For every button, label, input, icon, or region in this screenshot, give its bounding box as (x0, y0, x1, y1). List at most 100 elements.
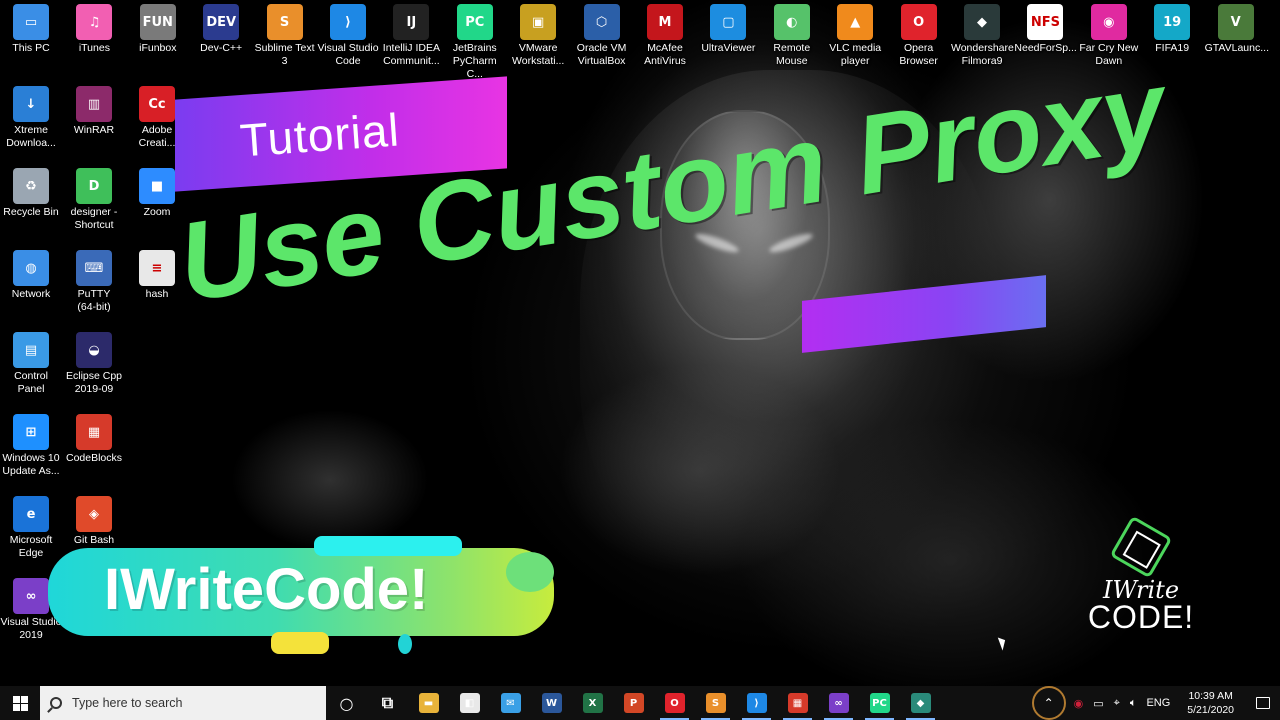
desktop-icon-label: Recycle Bin (3, 206, 59, 218)
system-tray: ⌃ ◉ ▭ ⌖ 🔈︎ ENG 10:39 AM 5/21/2020 (1029, 686, 1280, 720)
desktop-icon-pycharm[interactable]: PC JetBrains PyCharm C... (444, 0, 506, 81)
desktop-icon-ultraviewer[interactable]: ▢ UltraViewer (697, 0, 759, 55)
taskbar-app-sublime[interactable]: S (695, 686, 736, 720)
zoom-icon: ■ (139, 168, 175, 204)
taskbar-app-file-explorer[interactable]: ▬ (408, 686, 449, 720)
desktop-icon-computer[interactable]: ▭ This PC (0, 0, 62, 55)
desktop-icon-eclipse[interactable]: ◒ Eclipse Cpp 2019-09 (63, 328, 125, 396)
desktop-icon-intellij[interactable]: IJ IntelliJ IDEA Communit... (380, 0, 442, 68)
git-bash-icon: ◈ (76, 496, 112, 532)
music-note-icon: ♫ (76, 4, 113, 40)
volume-icon[interactable]: 🔈︎ (1125, 697, 1142, 710)
recycle-bin-icon: ♻ (13, 168, 49, 204)
desktop-icon-download-manager[interactable]: ↓ Xtreme Downloa... (0, 82, 62, 150)
desktop-icon-network[interactable]: ◍ Network (0, 246, 62, 301)
taskbar-app-cortana[interactable]: ○ (326, 686, 367, 720)
show-hidden-icons-button[interactable]: ⌃ (1029, 686, 1069, 720)
desktop-icon-label: WinRAR (73, 124, 115, 136)
language-indicator[interactable]: ENG (1141, 697, 1175, 709)
winrar-icon: ▥ (76, 86, 112, 122)
visual-studio-icon: ∞ (13, 578, 49, 614)
iwritecode-logo: IWrite CODE! (1085, 515, 1197, 633)
desktop-icon-sublime[interactable]: S Sublime Text 3 (254, 0, 316, 68)
taskbar-clock[interactable]: 10:39 AM 5/21/2020 (1175, 689, 1246, 717)
desktop-icon-git-bash[interactable]: ◈ Git Bash (63, 492, 125, 547)
start-button[interactable] (0, 686, 40, 720)
taskbar-app-task-view[interactable]: ⧉ (367, 686, 408, 720)
desktop-icon-edge[interactable]: e Microsoft Edge (0, 492, 62, 560)
gta-icon: V (1217, 4, 1254, 40)
desktop-icon-windows-update[interactable]: ⊞ Windows 10 Update As... (0, 410, 62, 478)
desktop-icon-label: Windows 10 Update As... (2, 452, 60, 477)
desktop-icon-putty[interactable]: ⌨ PuTTY (64-bit) (63, 246, 125, 314)
designer-icon: D (76, 168, 112, 204)
filmora-icon: ◆ (910, 693, 931, 713)
taskbar-app-mail[interactable]: ✉ (490, 686, 531, 720)
taskbar-apps: ○ ⧉ ▬ ◧ ✉ W X P O S ⟩ ▦ ∞ PC ◆ (326, 686, 941, 720)
store-icon: ◧ (459, 693, 480, 713)
desktop-icon-vmware[interactable]: ▣ VMware Workstati... (507, 0, 569, 68)
windows-logo-icon (12, 695, 28, 711)
tutorial-label: Tutorial (238, 103, 402, 167)
visual-studio-icon: ∞ (828, 693, 849, 713)
desktop-icon-label: Oracle VM VirtualBox (576, 42, 627, 67)
search-placeholder: Type here to search (72, 696, 183, 710)
chevron-up-icon: ⌃ (1043, 696, 1054, 710)
desktop-icon-remote-mouse[interactable]: ◐ Remote Mouse (761, 0, 823, 68)
logo-cube-icon (1109, 515, 1173, 579)
taskbar-app-vscode[interactable]: ⟩ (736, 686, 777, 720)
desktop-icon-label: Opera Browser (899, 42, 938, 67)
virtualbox-icon: ⬡ (583, 4, 620, 40)
sublime-icon: S (705, 693, 726, 713)
desktop-icon-recycle-bin[interactable]: ♻ Recycle Bin (0, 164, 62, 219)
record-icon[interactable]: ◉ (1069, 697, 1089, 710)
desktop-icon-designer[interactable]: Ddesigner - Shortcut (63, 164, 125, 232)
desktop-icon-music-note[interactable]: ♫ iTunes (63, 0, 125, 55)
taskbar-app-word[interactable]: W (531, 686, 572, 720)
desktop-icon-winrar[interactable]: ▥ WinRAR (63, 82, 125, 137)
desktop-icon-label: This PC (12, 42, 50, 54)
excel-icon: X (582, 693, 603, 713)
desktop-icon-codeblocks[interactable]: ▦ CodeBlocks (63, 410, 125, 465)
notification-icon (1256, 697, 1270, 709)
desktop-icon-vscode[interactable]: ⟩ Visual Studio Code (317, 0, 379, 68)
mail-icon: ✉ (500, 693, 521, 713)
action-center-button[interactable] (1246, 686, 1280, 720)
desktop-icon-mcafee[interactable]: M McAfee AntiVirus (634, 0, 696, 68)
desktop-icon-vlc[interactable]: ▲ VLC media player (824, 0, 886, 68)
desktop-icon-nfs[interactable]: NFS NeedForSp... (1014, 0, 1077, 55)
taskbar-app-store[interactable]: ◧ (449, 686, 490, 720)
desktop-icon-label: Sublime Text 3 (254, 42, 315, 67)
brand-name: IWriteCode! (104, 557, 429, 622)
desktop-icon-devcpp[interactable]: DEV Dev-C++ (190, 0, 252, 55)
taskbar-app-excel[interactable]: X (572, 686, 613, 720)
desktop-icon-virtualbox[interactable]: ⬡ Oracle VM VirtualBox (571, 0, 633, 68)
desktop-icon-gta[interactable]: V GTAVLaunc... (1205, 0, 1269, 55)
desktop-icon-label: Control Panel (14, 370, 48, 395)
desktop-icon-label: Network (11, 288, 51, 300)
taskbar-app-opera[interactable]: O (654, 686, 695, 720)
network-tray-icon[interactable]: ⌖ (1109, 697, 1125, 710)
taskbar-app-codeblocks[interactable]: ▦ (777, 686, 818, 720)
taskbar-app-pycharm[interactable]: PC (859, 686, 900, 720)
edge-icon: e (13, 496, 49, 532)
desktop-icon-label: Visual Studio Code (317, 42, 379, 67)
desktop-icon-control-panel[interactable]: ▤ Control Panel (0, 328, 62, 396)
brand-banner-accent-top (314, 536, 462, 556)
desktop-icon-ifunbox[interactable]: FUN iFunbox (127, 0, 189, 55)
taskbar-search-box[interactable]: Type here to search (40, 686, 326, 720)
desktop-icon-opera[interactable]: O Opera Browser (888, 0, 950, 68)
taskbar-app-filmora[interactable]: ◆ (900, 686, 941, 720)
adobe-cc-icon: Cc (139, 86, 175, 122)
desktop-icon-label: IntelliJ IDEA Communit... (382, 42, 440, 67)
task-view-icon: ⧉ (381, 693, 394, 712)
desktop-icon-filmora[interactable]: ◆ Wondershare Filmora9 (951, 0, 1014, 68)
computer-icon: ▭ (13, 4, 49, 40)
vmware-icon: ▣ (520, 4, 557, 40)
desktop-icon-label: designer - Shortcut (70, 206, 118, 231)
battery-icon[interactable]: ▭ (1088, 697, 1108, 710)
taskbar-app-visual-studio[interactable]: ∞ (818, 686, 859, 720)
desktop-icon-label: Dev-C++ (200, 42, 243, 54)
brand-banner-accent-yellow (271, 632, 329, 654)
taskbar-app-powerpoint[interactable]: P (613, 686, 654, 720)
